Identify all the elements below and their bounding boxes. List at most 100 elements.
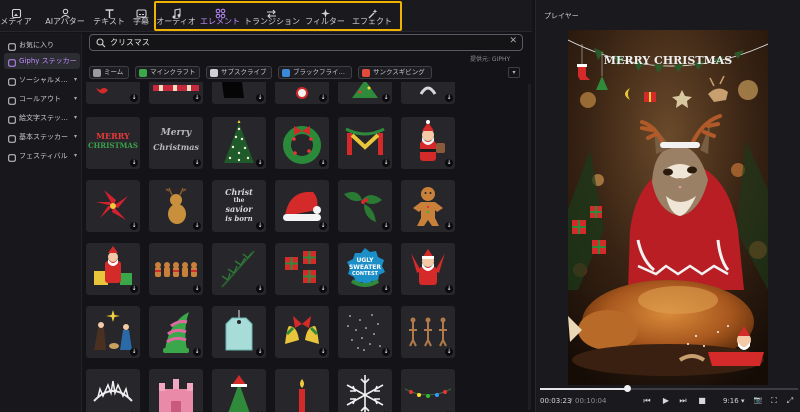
aspect-ratio-select[interactable]: 9:16 ▾ (723, 397, 744, 405)
sticker-tile[interactable]: ↓ (275, 82, 329, 104)
download-icon[interactable]: ↓ (319, 159, 327, 167)
progress-handle[interactable] (623, 385, 631, 392)
download-icon[interactable]: ↓ (445, 159, 453, 167)
sticker-tile[interactable]: ↓ (212, 82, 266, 104)
tool-effects-button[interactable]: エフェクト (352, 2, 392, 30)
category-chip[interactable]: ミーム (89, 66, 129, 79)
sidebar-item[interactable]: ソーシャルメ… ▾ (4, 72, 80, 88)
sticker-tile[interactable]: ↓ (212, 117, 266, 169)
sticker-tile[interactable]: ↓ (401, 180, 455, 232)
next-frame-icon[interactable]: ⏭ (678, 395, 688, 406)
download-icon[interactable]: ↓ (445, 94, 453, 102)
download-icon[interactable]: ↓ (256, 222, 264, 230)
download-icon[interactable]: ↓ (193, 94, 201, 102)
tool-filters-button[interactable]: フィルター (302, 2, 348, 30)
sticker-tile[interactable]: MERRY CHRISTMAS ↓ (86, 117, 140, 169)
sticker-tile[interactable]: ↓ (149, 243, 203, 295)
category-chip[interactable]: ブラックフライ… (278, 66, 352, 79)
download-icon[interactable]: ↓ (319, 94, 327, 102)
sticker-tile[interactable]: ↓ (149, 306, 203, 358)
sticker-tile[interactable]: Merry Christmas ↓ (149, 117, 203, 169)
sticker-tile[interactable]: ↓ (86, 180, 140, 232)
sticker-tile[interactable]: ↓ (86, 369, 140, 412)
download-icon[interactable]: ↓ (382, 222, 390, 230)
download-icon[interactable]: ↓ (256, 159, 264, 167)
sticker-tile[interactable]: ↓ (401, 369, 455, 412)
sidebar-item[interactable]: コールアウト ▾ (4, 91, 80, 107)
tool-ai-avatar-button[interactable]: AIアバター (44, 2, 86, 30)
sticker-tile[interactable]: ↓ (338, 82, 392, 104)
sticker-tile[interactable]: ↓ (149, 180, 203, 232)
download-icon[interactable]: ↓ (445, 222, 453, 230)
sticker-tile[interactable]: UGLY SWEATER CONTEST ↓ (338, 243, 392, 295)
download-icon[interactable]: ↓ (382, 94, 390, 102)
download-icon[interactable]: ↓ (319, 285, 327, 293)
sticker-tile[interactable]: ↓ (338, 117, 392, 169)
download-icon[interactable]: ↓ (382, 348, 390, 356)
sticker-tile[interactable]: ↓ (401, 243, 455, 295)
chips-expand-button[interactable]: ▾ (508, 67, 520, 78)
sidebar-item[interactable]: 絵文字ステッ… ▾ (4, 110, 80, 126)
search-bar[interactable]: ✕ (89, 34, 523, 51)
sticker-tile[interactable]: Christ the savior is born ↓ (212, 180, 266, 232)
sidebar-item[interactable]: 基本ステッカー ▾ (4, 129, 80, 145)
category-chip[interactable]: サンクスギビング (358, 66, 432, 79)
download-icon[interactable]: ↓ (130, 159, 138, 167)
download-icon[interactable]: ↓ (193, 285, 201, 293)
tool-text-button[interactable]: テキスト (92, 2, 126, 30)
sticker-tile[interactable]: ↓ (212, 369, 266, 412)
download-icon[interactable]: ↓ (130, 348, 138, 356)
sidebar-item[interactable]: フェスティバル ▾ (4, 148, 80, 164)
sticker-tile[interactable]: ↓ (212, 306, 266, 358)
tool-transitions-button[interactable]: トランジション (244, 2, 300, 30)
sticker-tile[interactable]: ↓ (86, 306, 140, 358)
clear-search-icon[interactable]: ✕ (509, 36, 517, 46)
search-input[interactable] (110, 36, 500, 49)
category-chip[interactable]: マインクラフト (135, 66, 200, 79)
progress-bar[interactable] (540, 385, 798, 392)
sticker-tile[interactable]: ↓ (275, 180, 329, 232)
fullscreen-icon[interactable]: ⤢ (785, 395, 795, 406)
sticker-tile[interactable]: ↓ (275, 369, 329, 412)
sticker-tile[interactable]: ↓ (401, 82, 455, 104)
snapshot-icon[interactable]: 📷 (753, 395, 763, 406)
sticker-tile[interactable]: ↓ (401, 117, 455, 169)
sticker-tile[interactable]: ↓ (275, 117, 329, 169)
download-icon[interactable]: ↓ (445, 285, 453, 293)
sticker-tile[interactable]: ↓ (338, 180, 392, 232)
sticker-tile[interactable]: ↓ (401, 306, 455, 358)
download-icon[interactable]: ↓ (130, 285, 138, 293)
download-icon[interactable]: ↓ (130, 94, 138, 102)
sticker-tile[interactable]: ↓ (86, 82, 140, 104)
download-icon[interactable]: ↓ (382, 159, 390, 167)
download-icon[interactable]: ↓ (256, 348, 264, 356)
sticker-tile[interactable]: ↓ (149, 369, 203, 412)
download-icon[interactable]: ↓ (256, 94, 264, 102)
sticker-tile[interactable]: ↓ (149, 82, 203, 104)
tool-media-button[interactable]: メディア (0, 2, 32, 30)
tool-audio-button[interactable]: オーディオ (156, 2, 196, 30)
video-preview[interactable]: MERRY CHRISTMAS (568, 30, 768, 385)
download-icon[interactable]: ↓ (319, 348, 327, 356)
sidebar-item[interactable]: Giphy ステッカー (4, 53, 80, 69)
sticker-tile[interactable]: ↓ (86, 243, 140, 295)
play-icon[interactable]: ▶ (661, 395, 671, 406)
download-icon[interactable]: ↓ (382, 285, 390, 293)
sticker-tile[interactable]: ↓ (338, 306, 392, 358)
sticker-tile[interactable]: ↓ (338, 369, 392, 412)
download-icon[interactable]: ↓ (319, 222, 327, 230)
download-icon[interactable]: ↓ (445, 348, 453, 356)
download-icon[interactable]: ↓ (193, 348, 201, 356)
sticker-tile[interactable]: ↓ (275, 306, 329, 358)
previous-frame-icon[interactable]: ⏮ (642, 395, 652, 406)
crop-icon[interactable]: ⛶ (769, 395, 779, 406)
download-icon[interactable]: ↓ (130, 222, 138, 230)
sticker-tile[interactable]: ↓ (212, 243, 266, 295)
sticker-tile[interactable]: ↓ (275, 243, 329, 295)
tool-elements-button[interactable]: エレメント (200, 2, 240, 30)
tool-subtitles-button[interactable]: 字幕 (131, 2, 151, 30)
download-icon[interactable]: ↓ (193, 222, 201, 230)
download-icon[interactable]: ↓ (193, 159, 201, 167)
sidebar-item[interactable]: お気に入り (4, 37, 80, 53)
download-icon[interactable]: ↓ (256, 285, 264, 293)
